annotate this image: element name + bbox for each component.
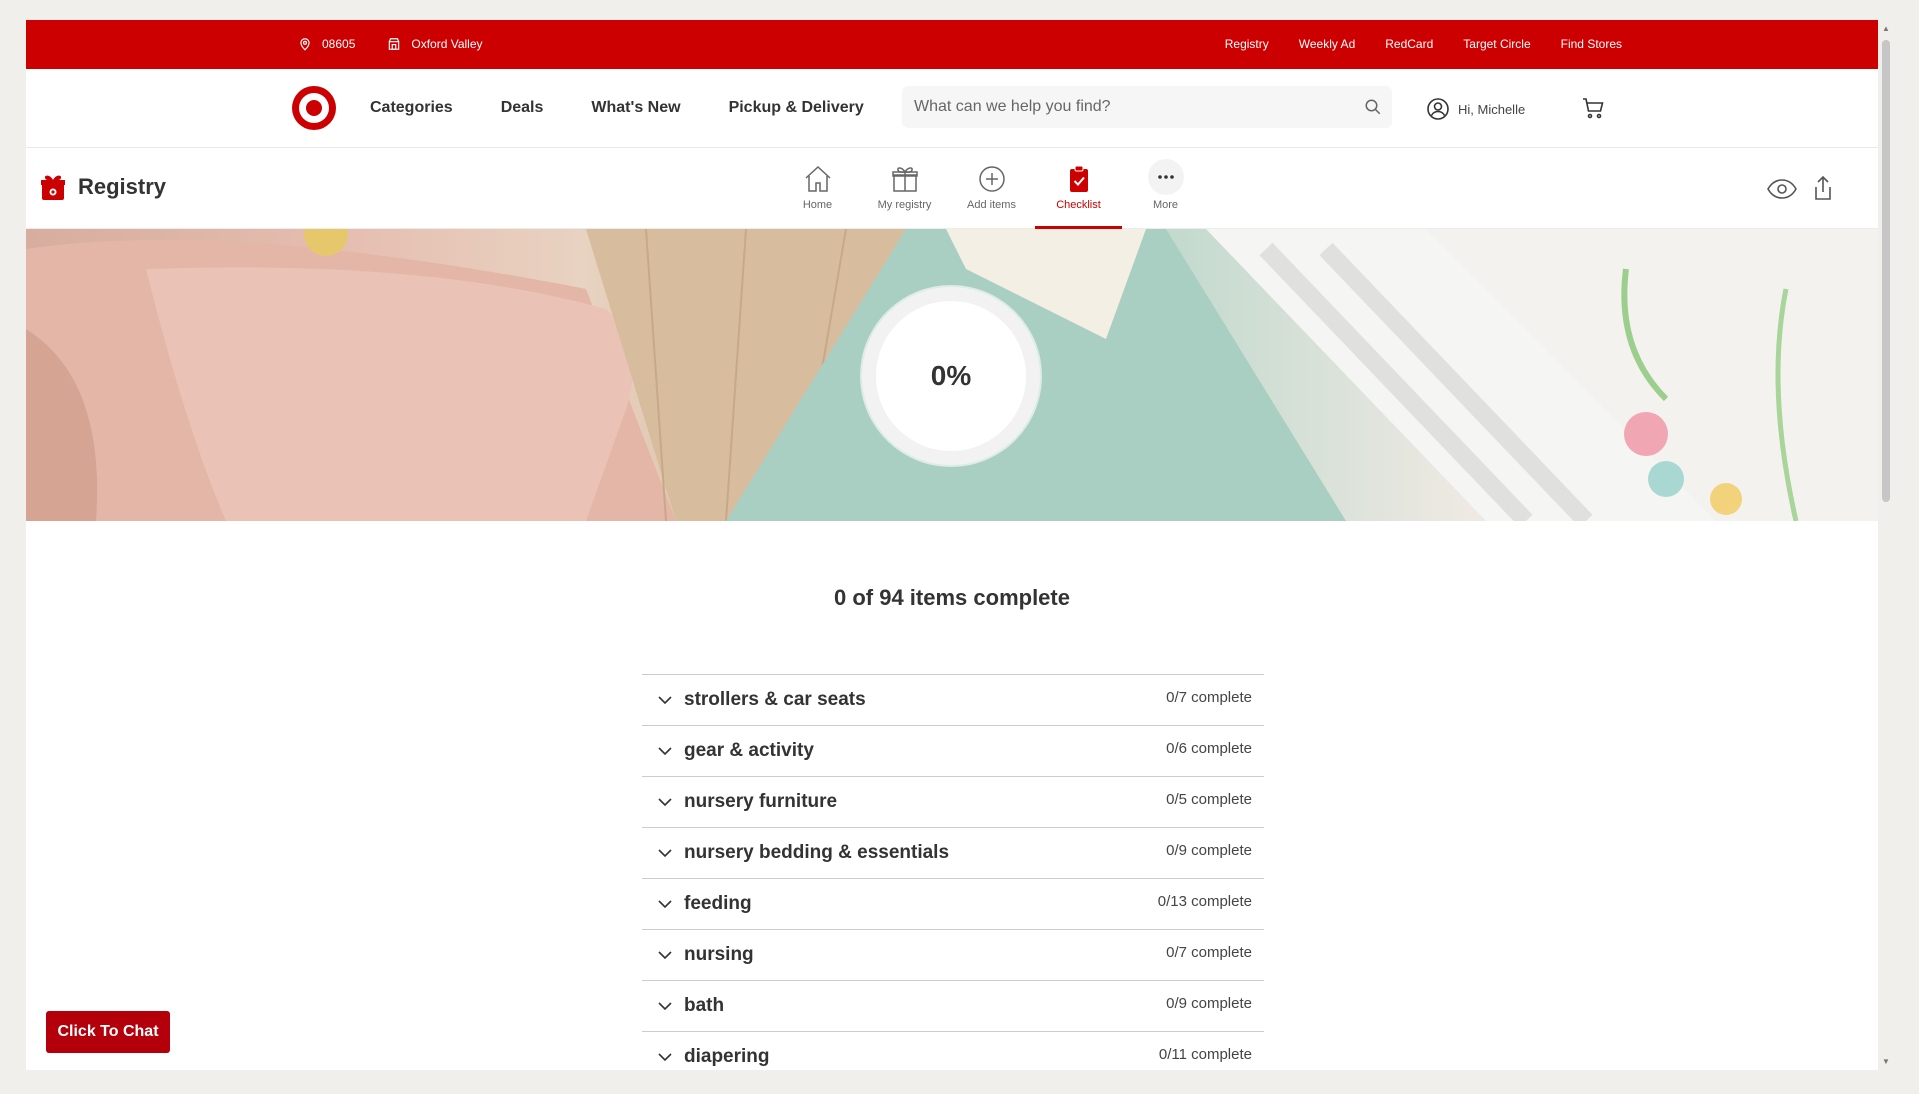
registry-heading: Registry (40, 173, 166, 201)
category-label: nursery furniture (684, 791, 838, 812)
tab-my-registry-label: My registry (877, 199, 932, 211)
hero-banner: 0% (26, 229, 1878, 521)
plus-circle-icon (978, 166, 1005, 192)
registry-subnav: Registry Home My registry Add items Chec… (26, 149, 1878, 229)
chevron-down-icon (658, 798, 672, 807)
scroll-down-arrow-icon[interactable]: ▼ (1882, 1057, 1890, 1066)
target-logo-icon[interactable] (291, 85, 337, 131)
store-name: Oxford Valley (411, 37, 483, 51)
main-nav: Categories Deals What's New Pickup & Del… (370, 99, 864, 117)
category-count: 0/6 complete (1166, 740, 1252, 757)
progress-ring: 0% (862, 287, 1040, 465)
nav-categories[interactable]: Categories (370, 99, 453, 117)
home-icon (804, 165, 831, 192)
tab-add-items[interactable]: Add items (948, 149, 1035, 229)
category-label: strollers & car seats (684, 689, 866, 710)
registry-title: Registry (78, 174, 167, 199)
main-header: Categories Deals What's New Pickup & Del… (26, 69, 1878, 148)
chevron-down-icon (658, 696, 672, 705)
tab-checklist-label: Checklist (1056, 199, 1101, 211)
zip-selector[interactable]: 08605 (298, 37, 355, 51)
tab-more[interactable]: More (1122, 149, 1209, 229)
utility-bar: 08605 Oxford Valley Registry Weekly Ad R… (26, 20, 1878, 69)
account-label: Hi, Michelle (1458, 101, 1526, 117)
tab-add-items-label: Add items (967, 199, 1016, 211)
category-label: feeding (684, 893, 752, 914)
store-icon (389, 38, 400, 50)
tab-my-registry[interactable]: My registry (861, 149, 948, 229)
category-count: 0/11 complete (1158, 1046, 1252, 1063)
tab-home-label: Home (802, 199, 833, 211)
category-label: gear & activity (684, 740, 814, 761)
tab-checklist[interactable]: Checklist (1035, 149, 1122, 229)
page: 08605 Oxford Valley Registry Weekly Ad R… (26, 20, 1878, 1070)
category-count: 0/13 complete (1157, 893, 1252, 910)
cart-icon[interactable] (1581, 96, 1605, 120)
checklist-category[interactable]: nursing 0/7 complete (642, 930, 1264, 981)
checklist-category[interactable]: gear & activity 0/6 complete (642, 726, 1264, 777)
gift-icon (41, 175, 65, 200)
clipboard-check-icon (1069, 165, 1088, 192)
checklist-category[interactable]: nursery furniture 0/5 complete (642, 777, 1264, 828)
category-count: 0/7 complete (1166, 689, 1252, 706)
link-find-stores[interactable]: Find Stores (1561, 37, 1622, 51)
registry-tabs: Home My registry Add items Checklist Mor… (774, 149, 1209, 229)
zip-code: 08605 (322, 37, 356, 51)
checklist-summary: 0 of 94 items complete (834, 585, 1070, 610)
link-redcard[interactable]: RedCard (1385, 37, 1433, 51)
category-label: nursery bedding & essentials (684, 842, 950, 863)
category-label: nursing (684, 944, 754, 965)
click-to-chat-button[interactable]: Click To Chat (46, 1011, 170, 1053)
chevron-down-icon (658, 747, 672, 756)
location-pin-icon (300, 38, 310, 51)
category-count: 0/9 complete (1166, 842, 1252, 859)
nav-whats-new[interactable]: What's New (591, 99, 680, 117)
chevron-down-icon (658, 951, 672, 960)
checklist-category[interactable]: bath 0/9 complete (642, 981, 1264, 1032)
chevron-down-icon (658, 849, 672, 858)
eye-icon[interactable] (1766, 177, 1798, 201)
tab-home[interactable]: Home (774, 149, 861, 229)
scrollbar[interactable]: ▲ ▼ (1879, 20, 1893, 1070)
chevron-down-icon (658, 900, 672, 909)
link-registry[interactable]: Registry (1225, 37, 1269, 51)
checklist-category[interactable]: nursery bedding & essentials 0/9 complet… (642, 828, 1264, 879)
scroll-up-arrow-icon[interactable]: ▲ (1882, 24, 1890, 33)
scrollbar-thumb[interactable] (1882, 40, 1890, 502)
category-label: bath (684, 995, 725, 1016)
link-target-circle[interactable]: Target Circle (1463, 37, 1530, 51)
user-icon (1427, 98, 1449, 120)
gift-icon (891, 167, 918, 192)
tab-more-label: More (1152, 199, 1179, 211)
progress-percent: 0% (930, 360, 972, 391)
search-input[interactable] (902, 86, 1392, 128)
chevron-down-icon (658, 1053, 672, 1062)
checklist: strollers & car seats 0/7 complete gear … (642, 674, 1264, 1070)
category-count: 0/9 complete (1166, 995, 1252, 1012)
chevron-down-icon (658, 1002, 672, 1011)
share-icon[interactable] (1812, 175, 1834, 201)
link-weekly-ad[interactable]: Weekly Ad (1299, 37, 1355, 51)
more-button (1147, 159, 1184, 195)
nav-deals[interactable]: Deals (501, 99, 544, 117)
category-count: 0/5 complete (1166, 791, 1252, 808)
store-selector[interactable]: Oxford Valley (387, 37, 483, 51)
category-label: diapering (684, 1046, 770, 1067)
account-menu[interactable]: Hi, Michelle (1426, 97, 1525, 121)
nav-pickup-delivery[interactable]: Pickup & Delivery (729, 99, 864, 117)
checklist-category[interactable]: diapering 0/11 complete (642, 1032, 1264, 1070)
category-count: 0/7 complete (1166, 944, 1252, 961)
checklist-category[interactable]: strollers & car seats 0/7 complete (642, 675, 1264, 726)
checklist-category[interactable]: feeding 0/13 complete (642, 879, 1264, 930)
search-icon[interactable] (1364, 98, 1382, 116)
ellipsis-icon (1157, 175, 1174, 179)
search-box (902, 86, 1392, 128)
